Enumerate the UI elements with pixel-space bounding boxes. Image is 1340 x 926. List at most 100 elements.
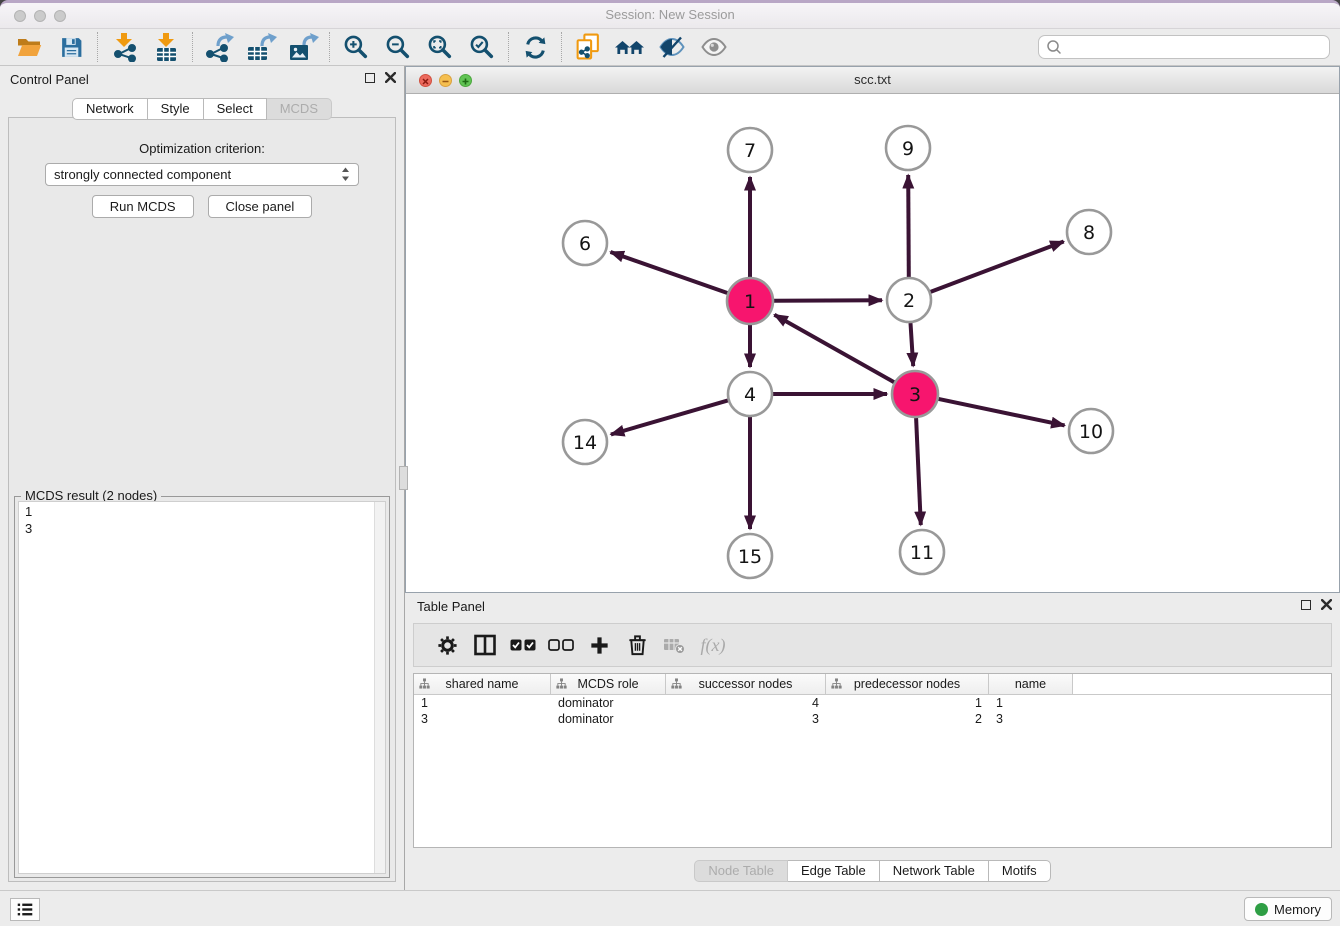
column-type-icon — [419, 678, 430, 689]
close-panel-icon[interactable] — [385, 72, 396, 83]
graph-edge-3-1[interactable] — [774, 315, 894, 383]
graph-edge-4-14[interactable] — [611, 400, 728, 434]
open-file-button[interactable] — [8, 31, 50, 63]
trash-icon — [626, 633, 649, 657]
clone-network-button[interactable] — [567, 31, 609, 63]
tab-node-table[interactable]: Node Table — [694, 860, 788, 882]
select-all-button[interactable] — [504, 627, 542, 663]
tab-network[interactable]: Network — [72, 98, 148, 120]
float-table-panel-icon[interactable] — [1301, 600, 1311, 610]
tab-motifs[interactable]: Motifs — [989, 860, 1051, 882]
function-builder-button[interactable]: f(x) — [694, 627, 732, 663]
show-all-networks-button[interactable] — [609, 31, 651, 63]
close-panel-button[interactable]: Close panel — [208, 195, 313, 218]
graph-node-8[interactable]: 8 — [1067, 210, 1111, 254]
graph-node-7[interactable]: 7 — [728, 128, 772, 172]
network-minimize-button[interactable] — [439, 74, 452, 87]
graph-node-14[interactable]: 14 — [563, 420, 607, 464]
add-row-button[interactable] — [580, 627, 618, 663]
panel-splitter-grip[interactable] — [399, 466, 408, 490]
close-window-button[interactable] — [14, 10, 26, 22]
graph-edge-2-3[interactable] — [911, 323, 914, 366]
graph-edge-1-6[interactable] — [611, 252, 728, 293]
export-table-button[interactable] — [240, 31, 282, 63]
graph-node-3[interactable]: 3 — [892, 371, 938, 417]
save-session-button[interactable] — [50, 31, 92, 63]
graph-node-15[interactable]: 15 — [728, 534, 772, 578]
table-panel: Table Panel — [405, 593, 1340, 890]
zoom-out-button[interactable] — [377, 31, 419, 63]
minimize-window-button[interactable] — [34, 10, 46, 22]
network-window-titlebar[interactable]: scc.txt — [406, 67, 1339, 94]
zoom-fit-button[interactable] — [419, 31, 461, 63]
export-network-button[interactable] — [198, 31, 240, 63]
graph-node-4[interactable]: 4 — [728, 372, 772, 416]
delete-table-button[interactable] — [656, 627, 694, 663]
network-close-button[interactable] — [419, 74, 432, 87]
network-canvas[interactable]: 7 9 6 8 1 2 4 3 14 10 15 11 — [406, 94, 1339, 592]
apply-layout-button[interactable] — [514, 31, 556, 63]
memory-button[interactable]: Memory — [1244, 897, 1332, 921]
graph-node-10[interactable]: 10 — [1069, 409, 1113, 453]
tab-style[interactable]: Style — [148, 98, 204, 120]
delete-row-button[interactable] — [618, 627, 656, 663]
tab-edge-table[interactable]: Edge Table — [788, 860, 880, 882]
deselect-all-button[interactable] — [542, 627, 580, 663]
node-table: shared nameMCDS rolesuccessor nodesprede… — [413, 673, 1332, 848]
network-window-title: scc.txt — [406, 67, 1339, 93]
tab-select[interactable]: Select — [204, 98, 267, 120]
column-header-predecessor-nodes[interactable]: predecessor nodes — [826, 674, 989, 694]
graph-node-11[interactable]: 11 — [900, 530, 944, 574]
search-icon — [1046, 39, 1062, 55]
table-row[interactable]: 1dominator411 — [414, 695, 1331, 711]
maximize-glyph-icon — [460, 76, 471, 87]
result-scrollbar[interactable] — [374, 502, 385, 873]
graph-edge-2-8[interactable] — [931, 242, 1064, 292]
optimization-criterion-dropdown[interactable]: strongly connected component — [45, 163, 359, 186]
graph-edge-1-2[interactable] — [774, 300, 882, 301]
export-image-icon — [288, 33, 319, 62]
column-header-name[interactable]: name — [989, 674, 1073, 694]
graph-edge-3-11[interactable] — [916, 418, 921, 525]
graph-node-6[interactable]: 6 — [563, 221, 607, 265]
gear-icon — [436, 634, 459, 657]
zoom-window-button[interactable] — [54, 10, 66, 22]
plus-icon — [588, 634, 611, 657]
main-titlebar: Session: New Session — [0, 3, 1340, 29]
close-table-panel-icon[interactable] — [1321, 599, 1332, 610]
list-menu-icon — [15, 901, 35, 918]
task-history-button[interactable] — [10, 898, 40, 921]
graph-edge-2-9[interactable] — [908, 175, 909, 277]
tab-mcds[interactable]: MCDS — [267, 98, 332, 120]
graph-node-1[interactable]: 1 — [727, 278, 773, 324]
zoom-fit-icon — [427, 34, 454, 61]
float-panel-icon[interactable] — [365, 73, 375, 83]
search-box[interactable] — [1038, 35, 1330, 59]
network-maximize-button[interactable] — [459, 74, 472, 87]
graph-node-9[interactable]: 9 — [886, 126, 930, 170]
hide-selected-button[interactable] — [651, 31, 693, 63]
zoom-selected-button[interactable] — [461, 31, 503, 63]
tab-network-table[interactable]: Network Table — [880, 860, 989, 882]
import-network-button[interactable] — [103, 31, 145, 63]
mcds-result-area[interactable]: 1 3 — [18, 501, 386, 874]
column-header-shared-name[interactable]: shared name — [414, 674, 551, 694]
show-columns-button[interactable] — [466, 627, 504, 663]
graph-node-2[interactable]: 2 — [887, 278, 931, 322]
graph-edge-3-10[interactable] — [939, 399, 1065, 426]
column-header-successor-nodes[interactable]: successor nodes — [666, 674, 826, 694]
export-image-button[interactable] — [282, 31, 324, 63]
mcds-result-text: 1 3 — [19, 502, 373, 873]
run-mcds-button[interactable]: Run MCDS — [92, 195, 194, 218]
import-table-button[interactable] — [145, 31, 187, 63]
search-input[interactable] — [1062, 40, 1322, 55]
column-header-mcds-role[interactable]: MCDS role — [551, 674, 666, 694]
zoom-in-button[interactable] — [335, 31, 377, 63]
show-selected-button[interactable] — [693, 31, 735, 63]
unchecked-boxes-icon — [548, 639, 574, 651]
window-title: Session: New Session — [0, 3, 1340, 27]
columns-icon — [473, 634, 497, 656]
table-settings-button[interactable] — [428, 627, 466, 663]
table-cell: 2 — [826, 711, 989, 727]
table-row[interactable]: 3dominator323 — [414, 711, 1331, 727]
